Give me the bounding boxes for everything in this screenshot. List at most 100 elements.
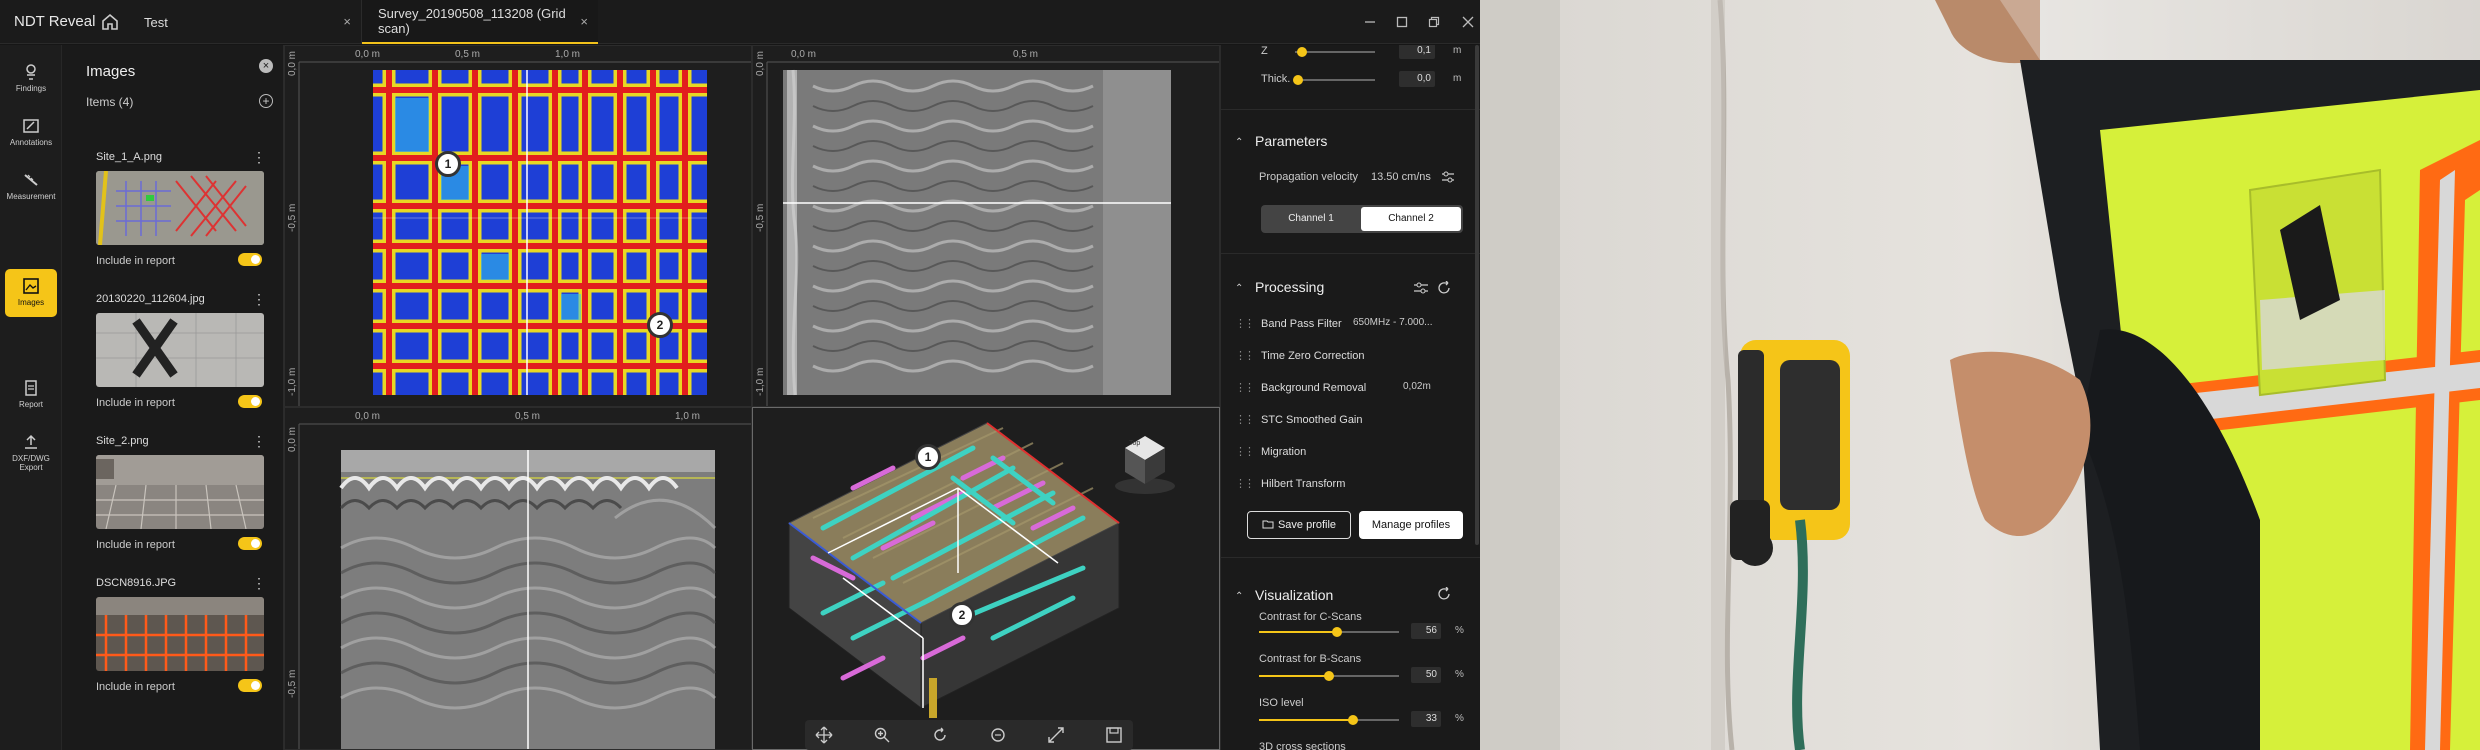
rail-item-images[interactable]: Images — [5, 269, 57, 317]
ndt-reveal-app: NDT Reveal Test × Survey_20190508_113208… — [0, 0, 1480, 750]
image-thumbnail[interactable] — [96, 171, 264, 245]
more-menu-icon[interactable]: ⋮ — [252, 291, 266, 308]
home-icon[interactable] — [98, 10, 122, 34]
finding-marker[interactable]: 2 — [647, 312, 673, 338]
tab-survey[interactable]: Survey_20190508_113208 (Grid scan) × — [362, 0, 598, 44]
include-toggle[interactable] — [238, 395, 262, 408]
cscan-image — [298, 61, 751, 406]
image-card: Site_1_A.png ⋮ Include in report — [62, 149, 284, 291]
bscan-view-x[interactable]: 0,0 m 0,5 m 1,0 m 0,0 m -0,5 m — [284, 407, 752, 750]
rail-label: Images — [17, 298, 45, 307]
rail-item-findings[interactable]: Findings — [5, 63, 57, 93]
minimize-icon[interactable] — [1364, 16, 1376, 28]
drag-handle-icon: ⋮⋮ — [1235, 478, 1255, 490]
save-profile-button[interactable]: Save profile — [1247, 511, 1351, 539]
folder-icon — [1262, 520, 1274, 529]
processing-item[interactable]: ⋮⋮ Migration — [1235, 445, 1306, 458]
iso-level-label: ISO level — [1259, 697, 1304, 709]
chevron-up-icon[interactable]: ⌃ — [1235, 137, 1243, 148]
include-toggle[interactable] — [238, 253, 262, 266]
chevron-up-icon[interactable]: ⌃ — [1235, 283, 1243, 294]
rail-item-annotations[interactable]: Annotations — [5, 117, 57, 147]
bscan-image — [766, 61, 1219, 406]
more-menu-icon[interactable]: ⋮ — [252, 149, 266, 166]
more-menu-icon[interactable]: ⋮ — [252, 575, 266, 592]
image-card: DSCN8916.JPG ⋮ Include in report — [62, 575, 284, 717]
contrast-cscans-value[interactable]: 56 — [1411, 623, 1441, 639]
processing-item[interactable]: ⋮⋮ Hilbert Transform — [1235, 477, 1345, 490]
panel-title: Images — [86, 63, 136, 80]
app-name: NDT Reveal — [14, 13, 96, 30]
pan-icon[interactable] — [815, 726, 833, 744]
tab-test[interactable]: Test × — [130, 0, 362, 44]
operator-photo — [1480, 0, 2480, 750]
window-close-icon[interactable] — [1462, 16, 1474, 28]
save-view-icon[interactable] — [1105, 726, 1123, 744]
bscan-view-y[interactable]: 0,0 m 0,5 m 0,0 m -0,5 m -1,0 m — [752, 45, 1220, 407]
finding-marker[interactable]: 1 — [435, 151, 461, 177]
rail-label: Findings — [15, 84, 47, 93]
close-icon[interactable]: × — [343, 14, 351, 29]
chevron-up-icon[interactable]: ⌃ — [1235, 591, 1243, 602]
channel-1-button[interactable]: Channel 1 — [1261, 205, 1361, 233]
save-profile-label: Save profile — [1277, 519, 1337, 531]
rail-item-report[interactable]: Report — [5, 379, 57, 409]
contrast-bscans-slider[interactable] — [1259, 671, 1399, 681]
rotate-icon[interactable] — [931, 726, 949, 744]
scrollbar[interactable] — [1475, 45, 1479, 545]
include-toggle[interactable] — [238, 537, 262, 550]
velocity-settings-icon[interactable] — [1441, 171, 1455, 183]
fit-view-icon[interactable] — [1047, 726, 1065, 744]
z-slider[interactable] — [1295, 47, 1375, 57]
thick-value[interactable]: 0,0 — [1399, 71, 1435, 87]
finding-marker[interactable]: 2 — [949, 602, 975, 628]
left-rail: Findings Annotations Measurement Images … — [0, 45, 62, 750]
cscan-view[interactable]: 0,0 m 0,5 m 1,0 m 0,0 m -0,5 m -1,0 m 1 … — [284, 45, 752, 407]
rotate-360-icon[interactable] — [989, 726, 1007, 744]
rail-item-export[interactable]: DXF/DWG Export — [5, 433, 57, 472]
channel-2-button[interactable]: Channel 2 — [1361, 207, 1461, 231]
processing-title: Processing — [1255, 279, 1325, 295]
image-name: DSCN8916.JPG — [96, 577, 177, 589]
processing-item[interactable]: ⋮⋮ STC Smoothed Gain — [1235, 413, 1363, 426]
views-area: 0,0 m 0,5 m 1,0 m 0,0 m -0,5 m -1,0 m 1 … — [284, 45, 1220, 750]
iso-level-value[interactable]: 33 — [1411, 711, 1441, 727]
reset-icon[interactable] — [1437, 587, 1453, 601]
annotations-icon — [23, 119, 39, 133]
items-count: Items (4) — [86, 95, 134, 109]
iso-level-slider[interactable] — [1259, 715, 1399, 725]
manage-profiles-button[interactable]: Manage profiles — [1359, 511, 1463, 539]
restore-icon[interactable] — [1428, 16, 1440, 28]
close-panel-icon[interactable]: × — [259, 59, 273, 73]
add-image-icon[interactable]: + — [259, 94, 273, 108]
more-menu-icon[interactable]: ⋮ — [252, 433, 266, 450]
zoom-icon[interactable] — [873, 726, 891, 744]
propagation-velocity-value[interactable]: 13.50 cm/ns — [1371, 171, 1431, 183]
contrast-bscans-value[interactable]: 50 — [1411, 667, 1441, 683]
rail-item-measurement[interactable]: Measurement — [5, 171, 57, 201]
thick-label: Thick. — [1261, 73, 1291, 85]
image-thumbnail[interactable] — [96, 455, 264, 529]
contrast-cscans-slider[interactable] — [1259, 627, 1399, 637]
3d-view[interactable]: 1 2 Top — [752, 407, 1220, 750]
findings-icon — [26, 64, 36, 80]
include-toggle[interactable] — [238, 679, 262, 692]
reset-icon[interactable] — [1437, 281, 1453, 295]
finding-marker[interactable]: 1 — [915, 444, 941, 470]
image-thumbnail[interactable] — [96, 313, 264, 387]
rail-label: DXF/DWG Export — [12, 454, 50, 472]
tab-label: Survey_20190508_113208 (Grid scan) — [378, 6, 566, 36]
processing-item[interactable]: ⋮⋮ Time Zero Correction — [1235, 349, 1365, 362]
maximize-icon[interactable] — [1396, 16, 1408, 28]
cross-sections-label: 3D cross sections — [1259, 741, 1346, 750]
image-name: Site_1_A.png — [96, 151, 163, 163]
processing-settings-icon[interactable] — [1413, 281, 1429, 295]
z-value[interactable]: 0,1 — [1399, 45, 1435, 59]
processing-item[interactable]: ⋮⋮ Band Pass Filter — [1235, 317, 1342, 330]
tab-label: Test — [144, 14, 168, 30]
processing-item[interactable]: ⋮⋮ Background Removal — [1235, 381, 1366, 394]
thick-slider[interactable] — [1293, 75, 1375, 85]
processing-item-label: Background Removal — [1261, 382, 1367, 394]
image-thumbnail[interactable] — [96, 597, 264, 671]
close-icon[interactable]: × — [580, 14, 588, 29]
